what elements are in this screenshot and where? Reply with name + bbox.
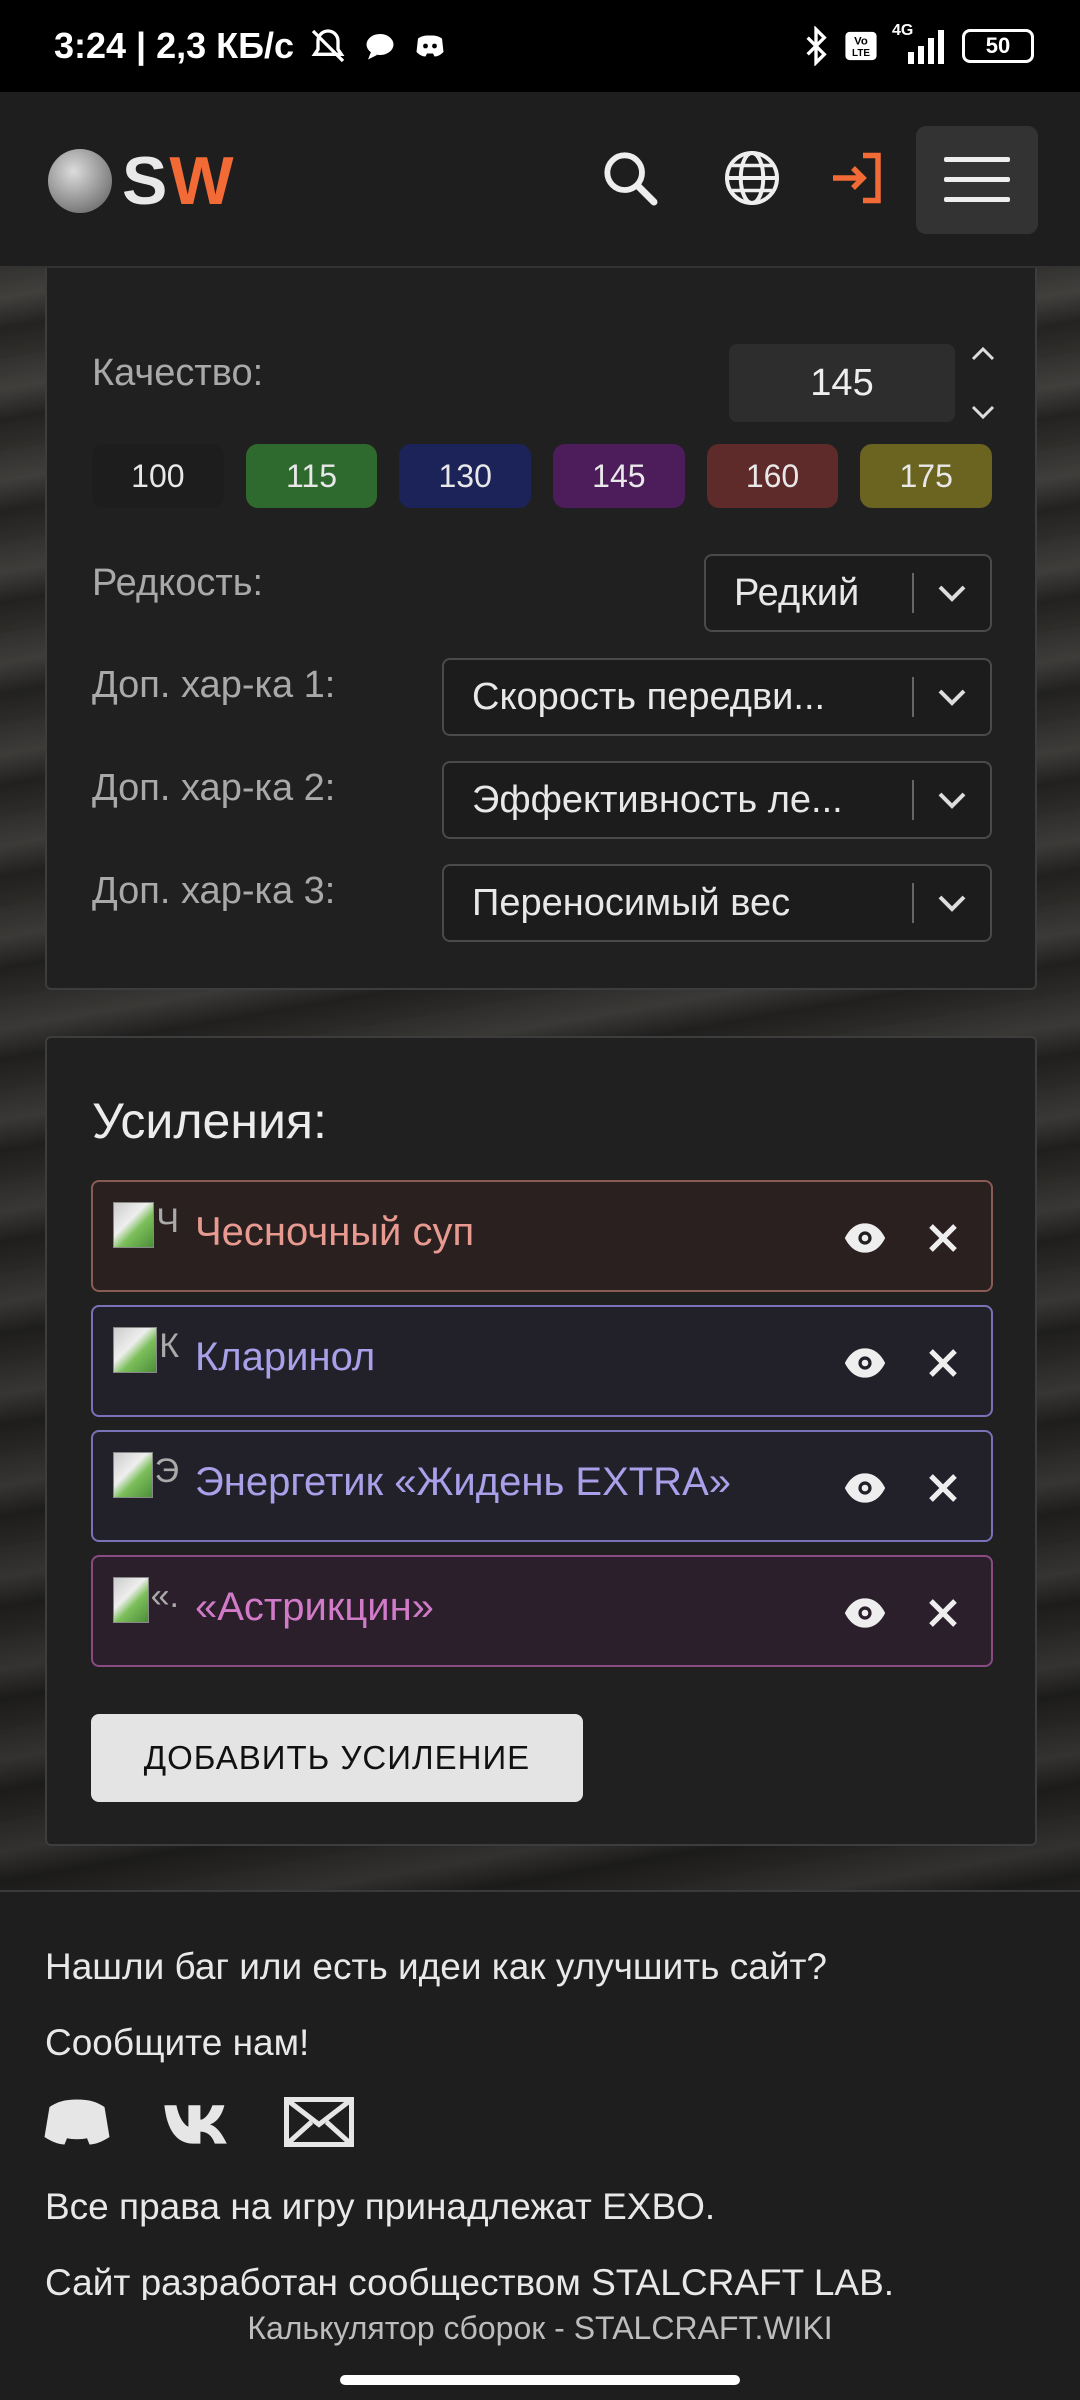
search-icon	[604, 152, 658, 206]
status-bar: 3:24 | 2,3 КБ/с Vo LTE 4G 50	[0, 0, 1080, 92]
eye-icon[interactable]	[843, 1218, 887, 1258]
broken-image-icon: «.	[113, 1577, 179, 1623]
site-logo[interactable]: SW	[48, 142, 236, 220]
close-icon[interactable]	[923, 1218, 963, 1258]
discord-icon	[412, 28, 448, 64]
stat2-label: Доп. хар-ка 2:	[92, 767, 336, 809]
stat3-select[interactable]: Переносимый вес	[442, 864, 992, 942]
boosts-panel: Усиления: Ч Чесночный суп К Кларинол Э Э…	[45, 1036, 1037, 1846]
login-button[interactable]	[808, 128, 908, 228]
boost-name: Кларинол	[195, 1335, 376, 1379]
broken-image-icon: Э	[113, 1452, 179, 1498]
site-footer: Нашли баг или есть идеи как улучшить сай…	[0, 1890, 1080, 2303]
stat2-select[interactable]: Эффективность ле...	[442, 761, 992, 839]
chevron-down-icon	[914, 687, 990, 707]
bluetooth-icon	[802, 26, 830, 66]
vk-icon[interactable]	[162, 2096, 234, 2148]
stat1-select[interactable]: Скорость передви...	[442, 658, 992, 736]
close-icon[interactable]	[923, 1343, 963, 1383]
quality-chip-130[interactable]: 130	[399, 444, 532, 508]
quality-chip-100[interactable]: 100	[92, 444, 224, 508]
quality-chip-160[interactable]: 160	[706, 444, 839, 508]
chevron-down-icon	[914, 893, 990, 913]
feedback-text: Нашли баг или есть идеи как улучшить сай…	[45, 1946, 828, 1987]
boost-item[interactable]: К Кларинол	[91, 1305, 993, 1417]
broken-image-icon: Ч	[113, 1202, 179, 1248]
menu-button[interactable]	[916, 126, 1038, 234]
item-settings-panel: 0 5 10 15 Качество: 145 100 115 130 145 …	[45, 206, 1037, 990]
eye-icon[interactable]	[843, 1343, 887, 1383]
quality-chip-145[interactable]: 145	[553, 444, 685, 508]
stat2-value: Эффективность ле...	[472, 778, 843, 821]
stat3-label: Доп. хар-ка 3:	[92, 870, 336, 912]
quality-label: Качество:	[92, 352, 264, 394]
quality-chip-175[interactable]: 175	[860, 444, 993, 508]
language-button[interactable]	[702, 128, 802, 228]
chevron-down-icon	[914, 790, 990, 810]
stat1-value: Скорость передви...	[472, 675, 826, 718]
chevron-down-icon	[914, 583, 990, 603]
svg-text:LTE: LTE	[852, 48, 870, 59]
boost-name: Энергетик «Жидень EXTRA»	[195, 1460, 731, 1504]
eye-icon[interactable]	[843, 1593, 887, 1633]
feedback-text-2: Сообщите нам!	[45, 2022, 310, 2063]
rarity-value: Редкий	[734, 571, 860, 614]
boost-name: Чесночный суп	[195, 1210, 475, 1254]
hamburger-icon	[944, 157, 1010, 202]
network-type: 4G	[892, 22, 914, 39]
browser-bottom-bar: Калькулятор сборок - STALCRAFT.WIKI	[0, 2300, 1080, 2400]
boost-item[interactable]: Ч Чесночный суп	[91, 1180, 993, 1292]
site-header: SW	[0, 92, 1080, 268]
logo-globe-icon	[48, 149, 112, 213]
status-time: 3:24 | 2,3 КБ/с	[54, 25, 295, 66]
page-title-url[interactable]: Калькулятор сборок - STALCRAFT.WIKI	[247, 2310, 832, 2347]
login-icon	[833, 152, 881, 204]
battery-icon: 50	[962, 29, 1034, 63]
quality-chip-115[interactable]: 115	[245, 444, 378, 508]
boost-item[interactable]: «. «Астрикцин»	[91, 1555, 993, 1667]
stat1-label: Доп. хар-ка 1:	[92, 664, 336, 706]
boosts-title: Усиления:	[92, 1093, 327, 1149]
quality-chips: 100 115 130 145 160 175	[92, 444, 993, 508]
rarity-label: Редкость:	[92, 562, 264, 604]
chevron-up-icon[interactable]	[968, 344, 998, 364]
home-indicator[interactable]	[340, 2375, 740, 2385]
volte-icon: Vo LTE	[844, 29, 878, 63]
quality-stepper[interactable]	[959, 344, 1007, 422]
boost-item[interactable]: Э Энергетик «Жидень EXTRA»	[91, 1430, 993, 1542]
quality-input[interactable]: 145	[729, 344, 955, 422]
broken-image-icon: К	[113, 1327, 179, 1373]
discord-icon[interactable]	[42, 2096, 112, 2148]
rights-text: Все права на игру принадлежат EXBO.	[45, 2186, 716, 2227]
close-icon[interactable]	[923, 1468, 963, 1508]
developer-text: Сайт разработан сообществом STALCRAFT LA…	[45, 2262, 895, 2303]
svg-text:Vo: Vo	[854, 36, 868, 48]
eye-icon[interactable]	[843, 1468, 887, 1508]
battery-level: 50	[985, 33, 1011, 58]
globe-icon	[725, 151, 779, 205]
rarity-select[interactable]: Редкий	[704, 554, 992, 632]
chat-bubble-icon	[362, 28, 398, 64]
boost-name: «Астрикцин»	[195, 1585, 434, 1629]
mail-icon[interactable]	[284, 2096, 354, 2148]
signal-icon: 4G	[892, 22, 948, 64]
add-boost-button[interactable]: ДОБАВИТЬ УСИЛЕНИЕ	[91, 1714, 583, 1802]
close-icon[interactable]	[923, 1593, 963, 1633]
search-button[interactable]	[580, 128, 680, 228]
stat3-value: Переносимый вес	[472, 881, 791, 924]
chevron-down-icon[interactable]	[968, 402, 998, 422]
bell-muted-icon	[308, 26, 348, 66]
